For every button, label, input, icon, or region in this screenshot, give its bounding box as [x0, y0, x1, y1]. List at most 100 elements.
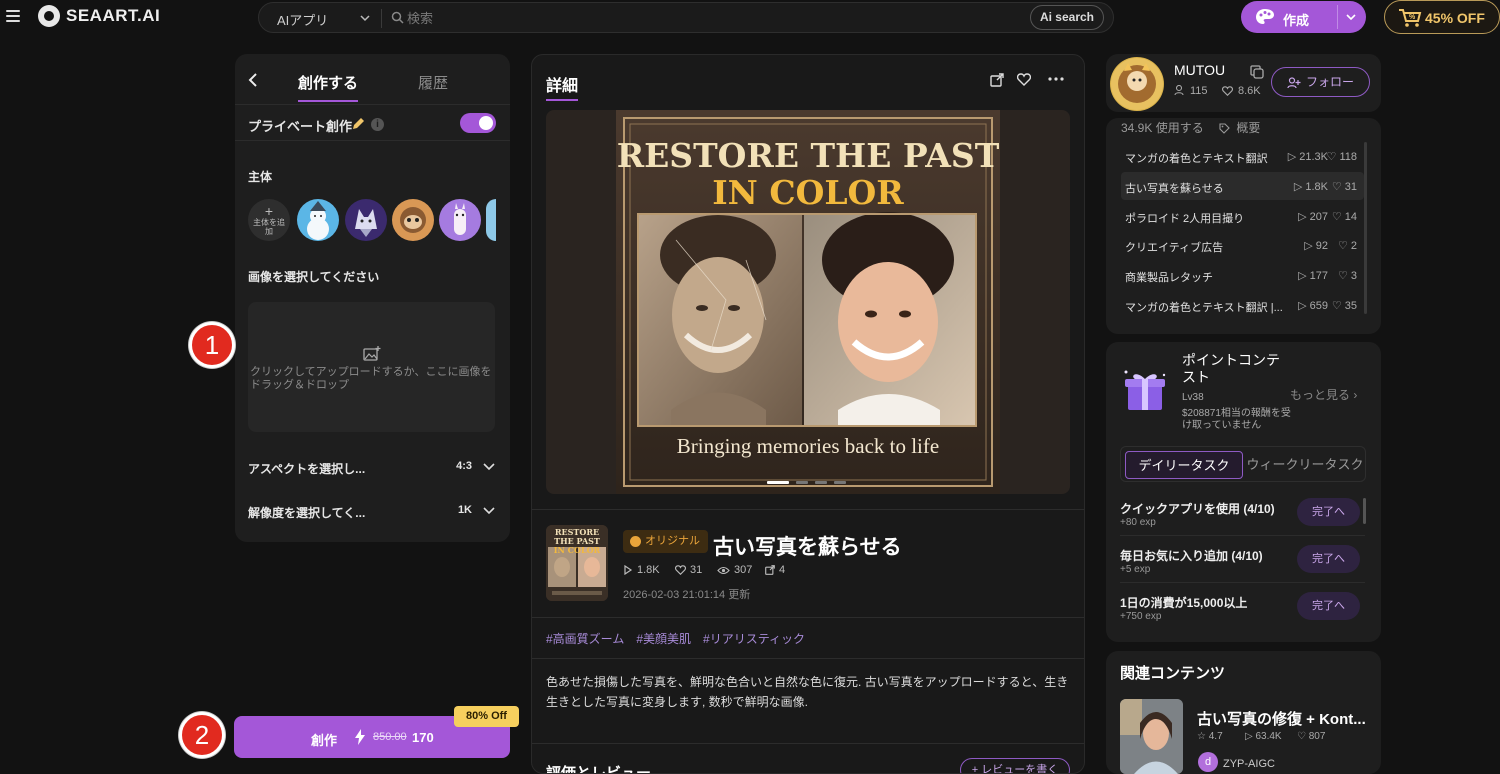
discount-button[interactable]: % 45% OFF — [1384, 0, 1500, 34]
heart-icon[interactable] — [1017, 73, 1031, 86]
related-title: 関連コンテンツ — [1120, 665, 1226, 682]
app-name: マンガの着色とテキスト翻訳 — [1125, 153, 1268, 165]
aspect-label: アスペクトを選択し... — [248, 462, 366, 476]
tab-history[interactable]: 履歴 — [418, 72, 448, 93]
usage-summary: 34.9K 使用する 概要 — [1121, 119, 1260, 136]
subject-avatar-llama[interactable] — [439, 199, 481, 241]
reward-text: $208871相当の報酬を受け取っていません — [1182, 408, 1291, 431]
overview-label[interactable]: 概要 — [1236, 121, 1260, 135]
related-author[interactable]: ZYP-AIGC — [1223, 758, 1275, 770]
profile-name[interactable]: MUTOU — [1174, 62, 1225, 78]
list-item[interactable]: マンガの着色とテキスト翻訳 ▷ 21.3K ♡ 118 — [1121, 142, 1364, 170]
chevron-down-icon[interactable] — [1345, 12, 1357, 22]
create-button[interactable]: 作成 — [1241, 1, 1366, 33]
follower-count: 115 — [1190, 85, 1208, 97]
app-name: マンガの着色とテキスト翻訳 |... — [1125, 302, 1283, 314]
carousel-dots[interactable] — [767, 481, 846, 484]
palette-icon — [1256, 9, 1274, 24]
ai-search-button[interactable]: Ai search — [1029, 5, 1104, 30]
heart-icon — [675, 565, 686, 575]
list-item[interactable]: ポラロイド 2人用目撮り ▷ 207 ♡ 14 — [1121, 202, 1364, 230]
list-item[interactable]: 商業製品レタッチ ▷ 177 ♡ 3 — [1121, 261, 1364, 289]
share-icon[interactable] — [990, 73, 1004, 87]
search-input[interactable] — [407, 7, 1007, 29]
info-icon[interactable]: i — [371, 118, 384, 131]
list-scrollbar[interactable] — [1364, 142, 1367, 314]
resolution-select[interactable]: 解像度を選択してく... 1K — [248, 504, 498, 521]
hero-title-line2: IN COLOR — [712, 173, 904, 212]
author-avatar[interactable]: d — [1198, 752, 1218, 772]
cart-icon: % — [1399, 9, 1422, 27]
subject-avatar-snowman[interactable] — [297, 199, 339, 241]
related-runs: ▷ 63.4K — [1245, 731, 1282, 742]
play-icon — [624, 565, 633, 575]
task-exp: +80 exp — [1120, 517, 1156, 528]
tag-link[interactable]: #高画質ズーム — [546, 630, 624, 647]
follow-button[interactable]: フォロー — [1271, 67, 1370, 97]
pencil-icon — [353, 118, 364, 129]
task-name: クイックアプリを使用 (4/10) — [1120, 502, 1275, 516]
chevron-down-icon[interactable] — [359, 12, 371, 24]
app-name: ポラロイド 2人用目撮り — [1125, 213, 1245, 225]
tag-link[interactable]: #リアリスティック — [703, 630, 805, 647]
profile-avatar[interactable] — [1110, 57, 1164, 111]
add-image-icon — [363, 346, 381, 361]
back-arrow-icon[interactable] — [247, 72, 259, 88]
list-item[interactable]: クリエイティブ広告 ▷ 92 ♡ 2 — [1121, 231, 1364, 259]
task-complete-button[interactable]: 完了へ — [1297, 592, 1360, 620]
add-user-icon — [1287, 77, 1301, 89]
user-icon — [1174, 85, 1184, 96]
subject-avatar-wolf[interactable] — [345, 199, 387, 241]
search-category-select[interactable]: AIアプリ — [277, 10, 328, 29]
task-complete-button[interactable]: 完了へ — [1297, 498, 1360, 526]
profile-likes: 8.6K — [1238, 85, 1261, 97]
task-exp: +750 exp — [1120, 611, 1162, 622]
plus-icon: + — [264, 203, 274, 219]
hero-subtitle: Bringing memories back to life — [676, 434, 940, 458]
app-title: 古い写真を蘇らせる — [713, 536, 902, 559]
related-likes: ♡ 807 — [1297, 731, 1326, 742]
task-complete-button[interactable]: 完了へ — [1297, 545, 1360, 573]
eye-icon — [717, 566, 730, 574]
new-price: 170 — [412, 730, 434, 745]
copy-icon[interactable] — [1250, 65, 1264, 79]
top-bar: SEAART.AI AIアプリ Ai search 作成 % 45% OFF — [0, 0, 1500, 34]
search-icon — [391, 11, 404, 24]
tag-link[interactable]: #美顔美肌 — [636, 630, 691, 647]
write-review-button[interactable]: + レビューを書く — [960, 758, 1070, 773]
chevron-down-icon — [483, 507, 495, 515]
related-item-name[interactable]: 古い写真の修復 + Kont... — [1197, 708, 1366, 729]
resolution-value: 1K — [457, 504, 472, 516]
app-likes: ♡ 3 — [1337, 270, 1357, 282]
related-thumbnail[interactable] — [1120, 699, 1183, 774]
hero-image[interactable]: RESTORE THE PAST IN COLOR Bringing memor… — [546, 110, 1070, 494]
add-subject-button[interactable]: + 主体を追加 — [248, 199, 290, 241]
aspect-select[interactable]: アスペクトを選択し... 4:3 — [248, 460, 498, 477]
list-item-selected[interactable]: 古い写真を蘇らせる ▷ 1.8K ♡ 31 — [1121, 172, 1364, 200]
task-scrollbar[interactable] — [1363, 498, 1366, 524]
subject-avatar-sloth[interactable] — [392, 199, 434, 241]
more-link[interactable]: もっと見る › — [1290, 386, 1357, 403]
hero-artwork: RESTORE THE PAST IN COLOR Bringing memor… — [616, 110, 1000, 494]
app-likes: ♡ 35 — [1331, 300, 1357, 312]
tab-create[interactable]: 創作する — [298, 72, 359, 102]
more-label: もっと見る — [1290, 388, 1351, 402]
tab-weekly-tasks[interactable]: ウィークリータスク — [1245, 451, 1365, 479]
tab-daily-tasks[interactable]: デイリータスク — [1125, 451, 1243, 479]
subject-avatar-partial[interactable] — [486, 199, 496, 241]
more-icon[interactable] — [1048, 77, 1064, 81]
likes-stat: 31 — [675, 564, 702, 576]
related-rating: ☆ 4.7 — [1197, 731, 1223, 742]
runs-count: 1.8K — [637, 564, 660, 576]
image-upload-area[interactable]: クリックしてアップロードするか、ここに画像をドラッグ＆ドロップ — [248, 302, 495, 432]
menu-icon[interactable] — [6, 10, 20, 22]
list-item[interactable]: マンガの着色とテキスト翻訳 |... ▷ 659 ♡ 35 — [1121, 291, 1364, 319]
private-toggle[interactable] — [460, 113, 496, 133]
runs-stat: 1.8K — [623, 564, 660, 576]
tag-list: #高画質ズーム #美顔美肌 #リアリスティック — [546, 630, 805, 647]
app-name: クリエイティブ広告 — [1125, 242, 1224, 254]
thumb-title-line1: RESTORE THE PAST — [554, 527, 600, 546]
task-name: 毎日お気に入り追加 (4/10) — [1120, 549, 1263, 563]
logo[interactable]: SEAART.AI — [38, 5, 160, 27]
step-marker-2: 2 — [179, 712, 225, 758]
